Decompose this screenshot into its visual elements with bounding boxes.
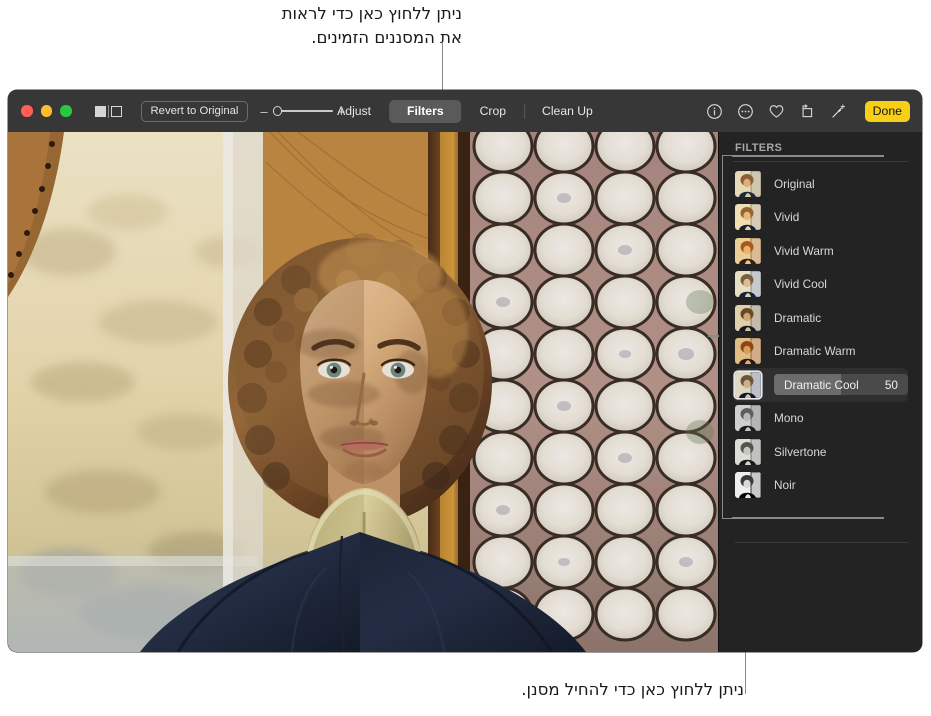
divider [735,542,908,543]
revert-to-original-button[interactable]: Revert to Original [140,100,249,122]
filter-label: Original [774,176,815,191]
filter-thumbnail [735,371,761,398]
filter-label: Vivid Cool [774,277,827,292]
zoom-slider-thumb[interactable] [272,106,283,116]
tab-crop[interactable]: Crop [462,100,524,123]
close-button[interactable] [21,105,33,117]
filter-thumbnail [735,338,761,365]
split-view-outline-icon [110,105,122,117]
filter-row-dramatic-warm[interactable]: Dramatic Warm [733,335,908,369]
tab-filters[interactable]: Filters [389,99,462,123]
filter-row-vivid-cool[interactable]: Vivid Cool [733,268,908,302]
editor-content: FILTERS Original Vivid Vivid Warm Vivid … [8,132,922,652]
filter-row-dramatic[interactable]: Dramatic [733,301,908,335]
filter-label: Silvertone [774,444,827,459]
filter-row-silvertone[interactable]: Silvertone [733,435,908,469]
filter-thumbnail [735,438,761,465]
sidebar-title: FILTERS [735,142,783,154]
favorite-heart-icon[interactable] [768,103,785,120]
photos-editor-window: Revert to Original – + Adjust Filters Cr… [8,90,922,652]
filter-intensity-slider[interactable]: Dramatic Cool 50 [774,374,908,396]
callout-bottom-leader-line [744,652,747,694]
window-traffic-lights [21,105,72,117]
filter-label: Vivid [774,210,800,225]
callout-bracket-bottom-arm [732,517,884,519]
callout-bracket-stub [708,335,719,337]
zoom-button[interactable] [60,105,72,117]
info-icon[interactable] [706,103,723,120]
tab-clean-up[interactable]: Clean Up [524,100,611,123]
edit-mode-segmented-control[interactable]: Adjust Filters Crop Clean Up [319,99,611,123]
view-mode-toggle[interactable] [94,104,122,118]
filter-intensity-value: 50 [884,377,898,392]
callout-top-text: ניתן ללחוץ כאן כדי לראות את המסננים הזמי… [281,4,462,47]
done-button[interactable]: Done [864,100,910,122]
portrait-photo [8,132,718,652]
filter-label: Mono [774,411,804,426]
filter-row-dramatic-cool[interactable]: Dramatic Cool 50 [733,368,908,402]
minimize-button[interactable] [40,105,52,117]
filter-label: Noir [774,478,796,493]
tab-adjust[interactable]: Adjust [319,100,389,123]
toolbar-right-actions: Done [706,100,912,122]
filter-thumbnail [735,405,761,432]
enhance-wand-icon[interactable] [830,103,847,120]
filter-row-original[interactable]: Original [733,167,908,201]
callout-bracket [722,155,732,519]
filter-label: Dramatic [774,310,822,325]
filter-thumbnail [735,204,761,231]
photo-canvas[interactable] [8,132,718,652]
callout-top-leader-line [441,42,444,92]
callout-bracket-top-arm [732,155,884,157]
screenshot-root: ניתן ללחוץ כאן כדי לראות את המסננים הזמי… [0,0,931,716]
divider [107,104,109,118]
filter-label: Dramatic Warm [774,344,856,359]
filter-row-vivid[interactable]: Vivid [733,201,908,235]
filters-list: Original Vivid Vivid Warm Vivid Cool Dra… [733,162,922,502]
filter-thumbnail [735,304,761,331]
zoom-out-icon[interactable]: – [260,105,267,118]
rotate-icon[interactable] [799,103,816,120]
filter-row-noir[interactable]: Noir [733,469,908,503]
filter-thumbnail [735,237,761,264]
more-options-icon[interactable] [737,103,754,120]
split-view-filled-icon [94,105,106,117]
filter-label: Dramatic Cool [784,377,859,392]
editor-toolbar: Revert to Original – + Adjust Filters Cr… [8,90,922,132]
filter-row-vivid-warm[interactable]: Vivid Warm [733,234,908,268]
filter-thumbnail [735,170,761,197]
filter-thumbnail [735,472,761,499]
filter-label: Vivid Warm [774,243,834,258]
callout-bottom-text: ניתן ללחוץ כאן כדי להחיל מסנן. [521,680,744,699]
filter-thumbnail [735,271,761,298]
filter-row-mono[interactable]: Mono [733,402,908,436]
filters-sidebar: FILTERS Original Vivid Vivid Warm Vivid … [708,132,922,652]
